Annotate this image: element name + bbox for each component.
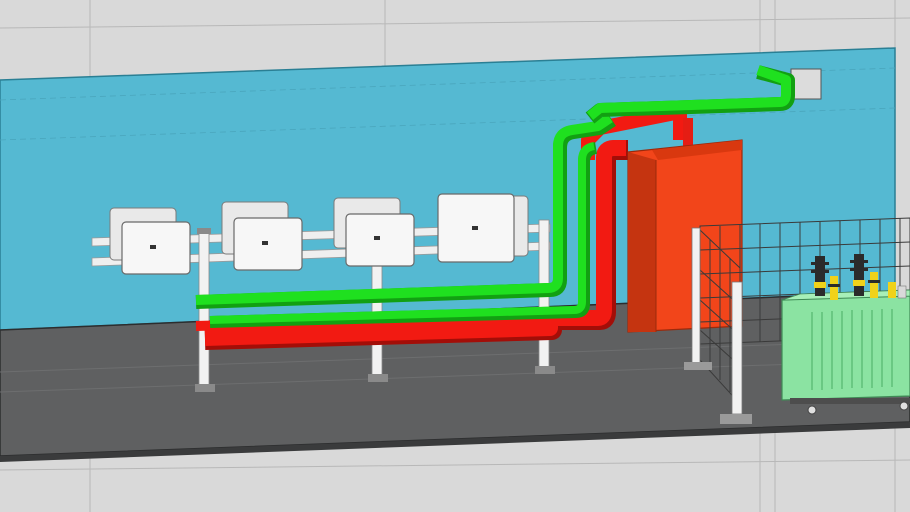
inverter-display [150, 245, 156, 249]
rack-post [198, 231, 210, 389]
inverter-display [374, 236, 380, 240]
inverter-unit-4[interactable] [437, 193, 529, 263]
cabinet-side [628, 152, 656, 332]
rack-foot [368, 374, 388, 382]
inverter-display [262, 241, 268, 245]
rack-foot [195, 384, 215, 392]
red-riser-to-cabinet [683, 118, 693, 146]
electrical-cabinet[interactable] [627, 139, 743, 333]
rack-foot [535, 366, 555, 374]
rack-cap [197, 228, 211, 234]
inverter-display [472, 226, 478, 230]
fence-foot [684, 362, 712, 370]
wall-vent-box [790, 68, 822, 100]
fence-foot [720, 414, 752, 424]
transformer-wheel [899, 401, 909, 411]
fence-post [731, 281, 743, 415]
fence-post [691, 227, 701, 365]
transformer-base [790, 398, 910, 404]
transformer-wheel [807, 405, 817, 415]
bim-3d-viewport[interactable] [0, 0, 910, 512]
